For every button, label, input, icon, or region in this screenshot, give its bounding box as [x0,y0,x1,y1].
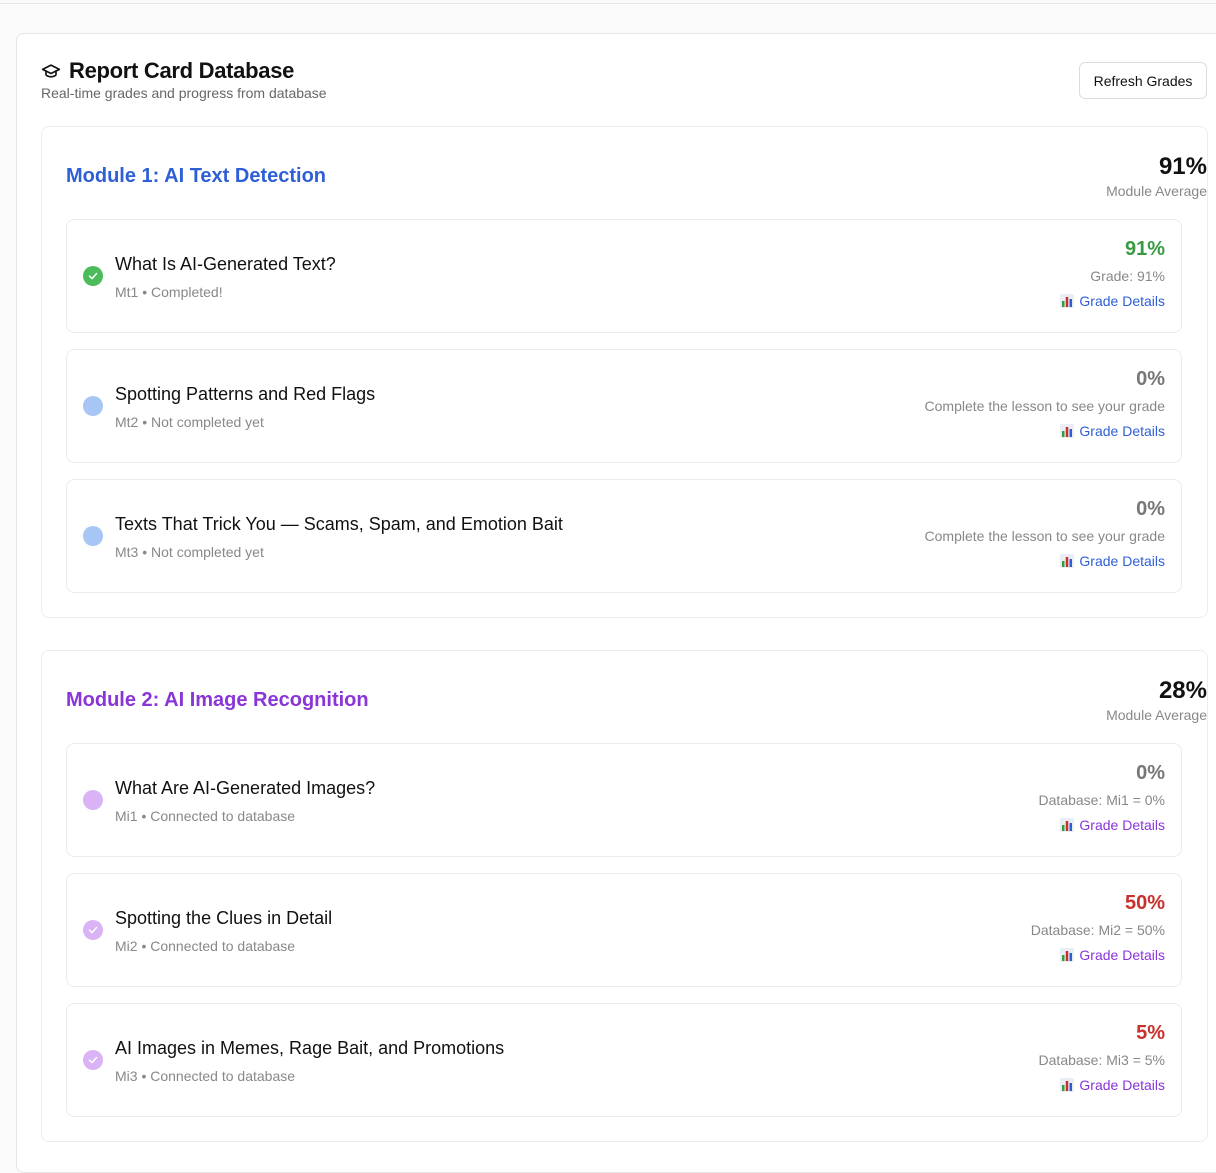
lesson-title: Texts That Trick You — Scams, Spam, and … [115,514,563,534]
module-average-label: Module Average [1106,183,1207,199]
module-average: 28% Module Average [907,677,1207,723]
lesson-title: What Is AI-Generated Text? [115,254,336,274]
module-card: Module 1: AI Text Detection 91% Module A… [41,126,1208,618]
module-average: 91% Module Average [907,153,1207,199]
lesson-row[interactable]: Texts That Trick You — Scams, Spam, and … [66,479,1182,593]
lesson-row[interactable]: Spotting Patterns and Red Flags Mt2 • No… [66,349,1182,463]
grade-percent: 0% [1136,762,1165,784]
report-card-panel: Report Card Database Real-time grades an… [16,33,1216,1173]
bar-chart-icon [1059,423,1075,439]
lesson-grade: 0% Database: Mi1 = 0% Grade Details [705,762,1165,838]
lesson-meta: Mi3 • Connected to database [115,1068,296,1084]
grade-details-label: Grade Details [1079,553,1165,569]
lesson-meta: Mi2 • Connected to database [115,938,296,954]
grade-details-link[interactable]: Grade Details [1059,817,1165,833]
module-average-value: 28% [1158,677,1207,704]
lesson-meta: Mt3 • Not completed yet [115,544,264,560]
grade-note: Complete the lesson to see your grade [924,398,1165,414]
refresh-grades-button[interactable]: Refresh Grades [1079,62,1207,99]
grade-details-link[interactable]: Grade Details [1059,553,1165,569]
status-dot-icon [83,526,103,546]
lesson-grade: 91% Grade: 91% Grade Details [705,238,1165,314]
grade-details-link[interactable]: Grade Details [1059,947,1165,963]
lesson-grade: 0% Complete the lesson to see your grade… [705,498,1165,574]
grade-details-link[interactable]: Grade Details [1059,423,1165,439]
grade-details-label: Grade Details [1079,293,1165,309]
lesson-meta: Mt2 • Not completed yet [115,414,264,430]
page-title: Report Card Database [69,58,295,83]
lesson-row[interactable]: What Are AI-Generated Images? Mi1 • Conn… [66,743,1182,857]
top-bar [0,0,1216,4]
bar-chart-icon [1059,947,1075,963]
status-dot-icon [83,790,103,810]
bar-chart-icon [1059,817,1075,833]
grade-percent: 0% [1136,368,1165,390]
module-title: Module 1: AI Text Detection [66,165,327,187]
lesson-row[interactable]: What Is AI-Generated Text? Mt1 • Complet… [66,219,1182,333]
lesson-title: Spotting Patterns and Red Flags [115,384,376,404]
lesson-meta: Mt1 • Completed! [115,284,223,300]
grade-note: Grade: 91% [1090,268,1165,284]
check-icon [83,266,103,286]
grade-note: Database: Mi2 = 50% [1030,922,1165,938]
module-average-label: Module Average [1106,707,1207,723]
module-title: Module 2: AI Image Recognition [66,689,369,711]
page-subtitle: Real-time grades and progress from datab… [41,85,327,101]
grade-percent: 0% [1136,498,1165,520]
status-dot-icon [83,396,103,416]
lesson-row[interactable]: Spotting the Clues in Detail Mi2 • Conne… [66,873,1182,987]
lesson-grade: 50% Database: Mi2 = 50% Grade Details [705,892,1165,968]
lesson-grade: 5% Database: Mi3 = 5% Grade Details [705,1022,1165,1098]
grade-note: Database: Mi3 = 5% [1038,1052,1165,1068]
grade-note: Database: Mi1 = 0% [1038,792,1165,808]
bar-chart-icon [1059,1077,1075,1093]
bar-chart-icon [1059,553,1075,569]
bar-chart-icon [1059,293,1075,309]
lesson-title: AI Images in Memes, Rage Bait, and Promo… [115,1038,505,1058]
grade-percent: 50% [1124,892,1165,914]
grade-details-link[interactable]: Grade Details [1059,293,1165,309]
graduation-cap-icon [41,64,61,78]
module-average-value: 91% [1158,153,1207,180]
grade-details-label: Grade Details [1079,1077,1165,1093]
lesson-title: What Are AI-Generated Images? [115,778,376,798]
grade-details-link[interactable]: Grade Details [1059,1077,1165,1093]
grade-details-label: Grade Details [1079,817,1165,833]
lesson-title: Spotting the Clues in Detail [115,908,333,928]
check-icon [83,1050,103,1070]
lesson-grade: 0% Complete the lesson to see your grade… [705,368,1165,444]
grade-percent: 91% [1124,238,1165,260]
grade-details-label: Grade Details [1079,423,1165,439]
lesson-row[interactable]: AI Images in Memes, Rage Bait, and Promo… [66,1003,1182,1117]
header: Report Card Database [41,58,294,84]
module-card: Module 2: AI Image Recognition 28% Modul… [41,650,1208,1142]
grade-note: Complete the lesson to see your grade [924,528,1165,544]
lesson-meta: Mi1 • Connected to database [115,808,296,824]
check-icon [83,920,103,940]
grade-details-label: Grade Details [1079,947,1165,963]
grade-percent: 5% [1136,1022,1165,1044]
